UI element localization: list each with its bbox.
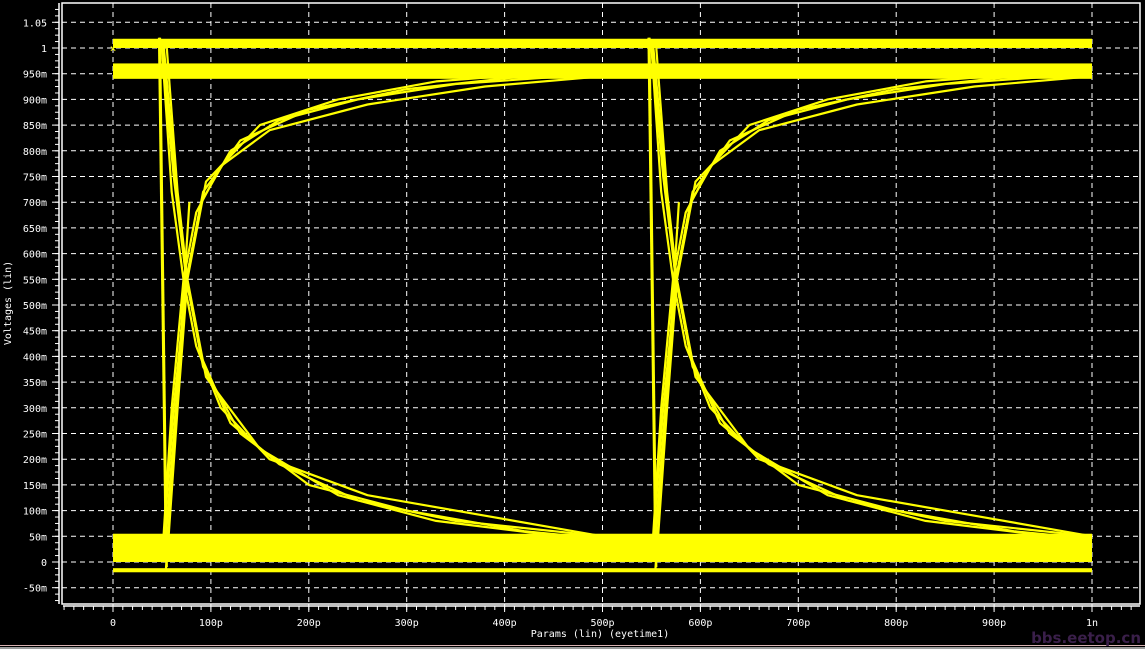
eye-trace (160, 47, 603, 538)
eye-trace (160, 75, 603, 563)
eye-diagram-chart: × 0 100p 200p 300p 400p 500p 600p 700p 800p 900p 1… (3, 2, 1141, 640)
eye-trace (160, 47, 603, 538)
grid (62, 3, 1140, 604)
y-tick-label: 600m (23, 250, 47, 261)
start-marker-icon: × (110, 42, 117, 55)
y-tick-label: 1.05 (23, 18, 47, 29)
plot-frame (61, 2, 1141, 605)
y-tick-label: 150m (23, 481, 47, 492)
x-tick-label: 700p (786, 618, 810, 629)
y-tick-label: 400m (23, 352, 47, 363)
y-tick-label: 950m (23, 70, 47, 81)
eye-trace (654, 202, 680, 570)
level-band (113, 568, 1092, 573)
y-tick-label: 850m (23, 121, 47, 132)
eye-trace (650, 47, 1093, 538)
eye-trace (650, 75, 1093, 563)
x-tick-label: 800p (884, 618, 908, 629)
eye-trace (162, 47, 603, 540)
y-tick-label: 500m (23, 301, 47, 312)
y-tick-label: 650m (23, 224, 47, 235)
y-tick-label: 350m (23, 378, 47, 389)
eye-trace (652, 47, 1093, 540)
eye-trace (165, 67, 603, 563)
x-tick-label: 100p (199, 618, 223, 629)
eye-trace (164, 202, 191, 570)
y-tick-label: 550m (23, 275, 47, 286)
watermark: bbs.eetop.cn (1031, 629, 1141, 647)
y-tick-label: 100m (23, 507, 47, 518)
y-tick-label: 300m (23, 404, 47, 415)
eye-trace (652, 70, 1093, 563)
x-tick-label: 300p (395, 618, 419, 629)
eye-trace (650, 47, 1093, 538)
y-tick-label: 700m (23, 198, 47, 209)
y-tick-label: 450m (23, 327, 47, 338)
y-tick-label: 200m (23, 455, 47, 466)
y-tick-label: 250m (23, 430, 47, 441)
x-tick-label: 1n (1086, 618, 1098, 629)
y-axis-label: Voltages (lin) (3, 261, 14, 345)
eye-trace (650, 72, 1093, 563)
eye-trace (655, 47, 1093, 543)
x-tick-label: 900p (982, 618, 1006, 629)
y-tick-label: -50m (23, 584, 47, 595)
x-tick-label: 0 (110, 618, 116, 629)
x-tick-label: 600p (688, 618, 712, 629)
y-tick-label: 1 (41, 44, 47, 55)
eye-trace (162, 70, 603, 563)
y-tick-label: 900m (23, 95, 47, 106)
y-tick-label: 50m (29, 532, 47, 543)
y-tick-label: 0 (41, 558, 47, 569)
x-tick-label: 400p (493, 618, 517, 629)
eye-trace (655, 67, 1093, 563)
level-band (113, 38, 1092, 48)
y-tick-label: 800m (23, 147, 47, 158)
x-tick-label: 500p (590, 618, 614, 629)
eye-trace (160, 72, 603, 563)
y-tick-label: 750m (23, 173, 47, 184)
eye-trace (165, 47, 603, 543)
x-tick-label: 200p (297, 618, 321, 629)
x-axis-label: Params (lin) (eyetime1) (531, 629, 669, 640)
bottom-divider (0, 645, 1145, 646)
